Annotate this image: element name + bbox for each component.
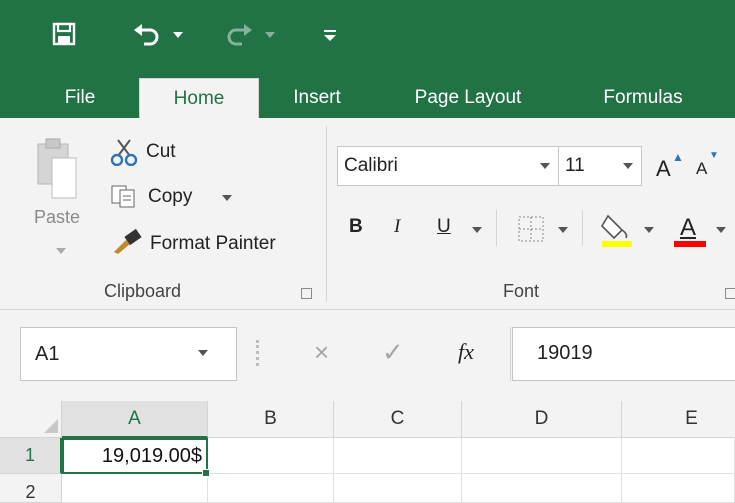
paste-dropdown-icon[interactable] [56,248,66,254]
redo-icon[interactable] [224,22,254,46]
column-header-c[interactable]: C [334,401,462,438]
clipboard-launcher-icon[interactable] [301,288,312,299]
ribbon-separator [496,210,497,246]
formula-bar-grip-icon[interactable] [256,340,260,366]
tab-insert[interactable]: Insert [274,78,360,118]
ribbon-separator [326,126,327,302]
font-name-value: Calibri [344,155,398,176]
bold-button[interactable]: B [349,216,363,238]
formula-bar-separator [510,327,511,381]
select-all-corner[interactable] [0,401,62,438]
shrink-font-icon: ▼ [709,150,719,161]
redo-dropdown-icon[interactable] [264,30,276,40]
save-icon[interactable] [52,22,76,46]
quick-access-toolbar [0,0,735,78]
row-header-1[interactable]: 1 [0,438,62,474]
fill-color-icon[interactable] [600,212,634,248]
tab-formulas[interactable]: Formulas [578,78,708,118]
cell-c1[interactable] [334,438,462,474]
tab-page-layout[interactable]: Page Layout [388,78,548,118]
cell-d1[interactable] [462,438,622,474]
font-color-swatch [674,241,706,247]
fill-handle[interactable] [202,469,210,477]
font-name-combo[interactable]: Calibri [337,146,559,186]
cell-d2[interactable] [462,474,622,503]
fill-color-swatch [602,241,632,247]
customize-qat-icon[interactable] [322,26,338,44]
paste-label[interactable]: Paste [34,207,80,228]
font-size-dropdown-icon[interactable] [623,163,633,169]
cell-c2[interactable] [334,474,462,503]
cut-icon[interactable] [110,138,140,167]
column-header-b[interactable]: B [208,401,334,438]
cell-b1[interactable] [208,438,334,474]
tab-home[interactable]: Home [139,78,259,118]
ribbon-separator [582,210,583,246]
grow-font-icon: ▲ [672,150,684,164]
column-header-a[interactable]: A [62,401,208,438]
formula-input[interactable]: 19019 [512,327,735,381]
undo-icon[interactable] [132,22,162,46]
cell-b2[interactable] [208,474,334,503]
clipboard-group-label: Clipboard [104,281,182,301]
insert-function-icon[interactable]: fx [458,339,474,365]
cut-label[interactable]: Cut [146,141,176,163]
font-name-dropdown-icon[interactable] [540,163,550,169]
copy-dropdown-icon[interactable] [222,195,232,201]
format-painter-icon[interactable] [112,228,144,254]
borders-dropdown-icon[interactable] [558,227,568,233]
cell-e1[interactable] [622,438,735,474]
font-size-value: 11 [565,155,585,176]
paste-icon[interactable] [34,136,78,200]
name-box-dropdown-icon[interactable] [198,350,208,356]
enter-icon[interactable]: ✓ [382,337,404,368]
formula-input-value: 19019 [537,342,593,364]
fill-color-dropdown-icon[interactable] [644,227,654,233]
copy-icon[interactable] [110,184,138,208]
font-launcher-icon[interactable] [725,288,735,299]
format-painter-label[interactable]: Format Painter [150,233,276,255]
column-header-d[interactable]: D [462,401,622,438]
shrink-font-button[interactable]: A ▼ [694,150,724,184]
underline-button[interactable]: U [437,216,451,238]
cell-a1-value: 19,019.00$ [101,444,202,467]
underline-dropdown-icon[interactable] [472,227,482,233]
font-color-button[interactable]: A [674,212,708,248]
borders-icon[interactable] [516,214,546,244]
tab-file[interactable]: File [40,78,120,118]
cell-a2[interactable] [62,474,208,503]
name-box-value: A1 [35,342,60,365]
grow-font-button[interactable]: A ▲ [654,150,684,184]
font-group-label: Font [503,281,540,301]
column-header-e[interactable]: E [622,401,735,438]
cancel-icon[interactable]: × [314,337,329,368]
font-color-dropdown-icon[interactable] [716,227,726,233]
cell-a1[interactable]: 19,019.00$ [62,438,208,474]
italic-button[interactable]: I [394,216,400,238]
row-header-2[interactable]: 2 [0,474,62,503]
copy-label[interactable]: Copy [148,186,192,208]
undo-dropdown-icon[interactable] [172,30,184,40]
cell-e2[interactable] [622,474,735,503]
